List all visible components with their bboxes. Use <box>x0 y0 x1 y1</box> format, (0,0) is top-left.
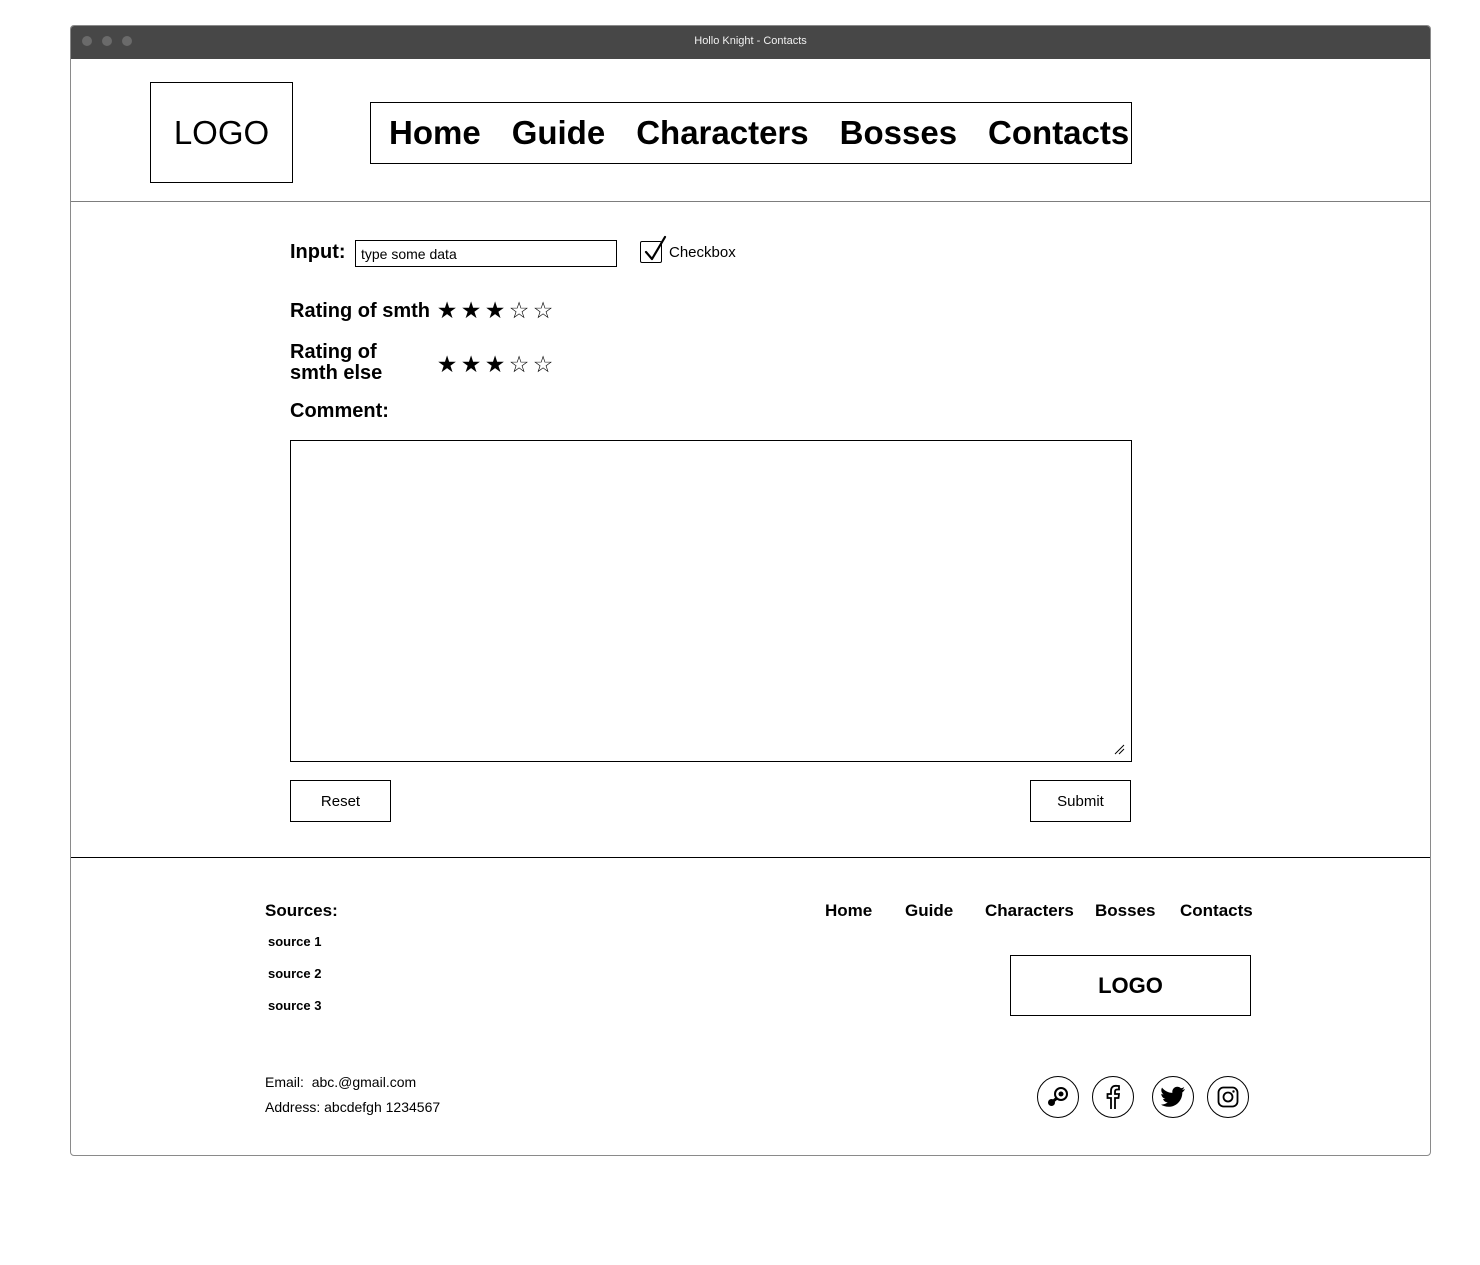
submit-button[interactable]: Submit <box>1030 780 1131 822</box>
title-bar: Hollo Knight - Contacts <box>71 26 1430 59</box>
nav-characters[interactable]: Characters <box>636 114 808 152</box>
rating-1-star-4-empty-icon[interactable]: ☆ <box>507 298 531 322</box>
facebook-icon[interactable] <box>1092 1076 1134 1118</box>
source-link-1[interactable]: source 1 <box>268 934 321 949</box>
rating-2-star-5-empty-icon[interactable]: ☆ <box>531 352 555 376</box>
comment-label: Comment: <box>290 400 389 422</box>
rating-1-star-5-empty-icon[interactable]: ☆ <box>531 298 555 322</box>
email-label: Email: <box>265 1074 304 1090</box>
footer-nav-home[interactable]: Home <box>825 901 872 921</box>
rating-1-star-3-filled-icon[interactable]: ★ <box>483 298 507 322</box>
input-label: Input: <box>290 241 346 263</box>
rating-2-label-line1: Rating of <box>290 341 377 363</box>
rating-1-star-1-filled-icon[interactable]: ★ <box>435 298 459 322</box>
main-nav: Home Guide Characters Bosses Contacts <box>370 102 1132 164</box>
rating-1-label: Rating of smth <box>290 300 430 322</box>
source-link-3[interactable]: source 3 <box>268 998 321 1013</box>
rating-2-star-2-filled-icon[interactable]: ★ <box>459 352 483 376</box>
site-header: LOGO Home Guide Characters Bosses Contac… <box>71 59 1430 202</box>
rating-1-stars[interactable]: ★ ★ ★ ☆ ☆ <box>435 298 555 322</box>
header-logo[interactable]: LOGO <box>150 82 293 183</box>
footer-logo[interactable]: LOGO <box>1010 955 1251 1016</box>
nav-home[interactable]: Home <box>389 114 481 152</box>
rating-2-star-1-filled-icon[interactable]: ★ <box>435 352 459 376</box>
email-line: Email: abc.@gmail.com <box>265 1074 416 1090</box>
nav-contacts[interactable]: Contacts <box>988 114 1129 152</box>
nav-guide[interactable]: Guide <box>512 114 606 152</box>
rating-2-label-line2: smth else <box>290 362 383 384</box>
steam-icon[interactable] <box>1037 1076 1079 1118</box>
browser-window: Hollo Knight - Contacts LOGO Home Guide … <box>70 25 1431 1156</box>
address-line: Address: abcdefgh 1234567 <box>265 1099 440 1115</box>
checkmark-icon <box>644 235 667 261</box>
checkbox-control[interactable]: Checkbox <box>640 235 736 263</box>
source-link-2[interactable]: source 2 <box>268 966 321 981</box>
nav-bosses[interactable]: Bosses <box>840 114 957 152</box>
rating-2-star-4-empty-icon[interactable]: ☆ <box>507 352 531 376</box>
rating-1-star-2-filled-icon[interactable]: ★ <box>459 298 483 322</box>
twitter-icon[interactable] <box>1152 1076 1194 1118</box>
footer-nav-guide[interactable]: Guide <box>905 901 953 921</box>
address-value: abcdefgh 1234567 <box>324 1099 441 1115</box>
email-value[interactable]: abc.@gmail.com <box>312 1074 416 1090</box>
reset-button[interactable]: Reset <box>290 780 391 822</box>
footer-nav-bosses[interactable]: Bosses <box>1095 901 1155 921</box>
footer-nav-characters[interactable]: Characters <box>985 901 1074 921</box>
footer-nav-contacts[interactable]: Contacts <box>1180 901 1253 921</box>
data-input[interactable] <box>355 240 617 267</box>
rating-2-stars[interactable]: ★ ★ ★ ☆ ☆ <box>435 352 555 376</box>
comment-textarea[interactable] <box>290 440 1132 762</box>
checkbox-label: Checkbox <box>669 243 736 261</box>
rating-2-star-3-filled-icon[interactable]: ★ <box>483 352 507 376</box>
instagram-icon[interactable] <box>1207 1076 1249 1118</box>
resize-handle-icon[interactable] <box>1112 742 1126 756</box>
sources-title: Sources: <box>265 901 338 920</box>
footer-divider <box>71 857 1430 858</box>
window-title: Hollo Knight - Contacts <box>694 35 807 47</box>
address-label: Address: <box>265 1099 321 1115</box>
checkbox[interactable] <box>640 235 667 263</box>
